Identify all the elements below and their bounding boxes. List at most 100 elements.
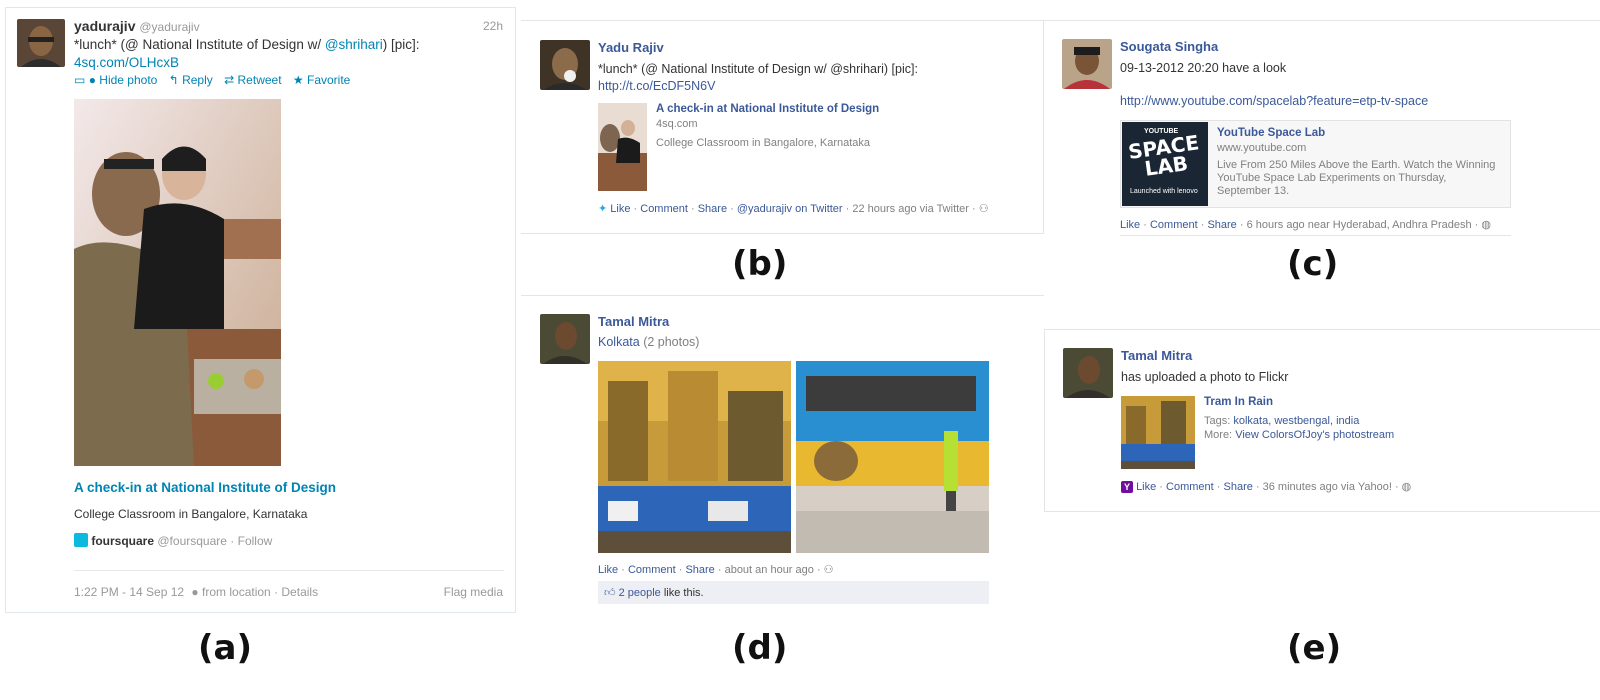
tweet-actions: ▭ ● Hide photo ↰ Reply ⇄ Retweet ★ Favor… (74, 73, 350, 87)
flag-media-link[interactable]: Flag media (444, 585, 503, 599)
photo-title[interactable]: Tram In Rain (1204, 396, 1273, 408)
thumb-bottom-text: Launched with lenovo (1130, 188, 1198, 195)
panel-c-facebook-post: Sougata Singha 09-13-2012 20:20 have a l… (1044, 20, 1600, 240)
user-handle[interactable]: @yadurajiv (139, 20, 199, 34)
tweet-datetime[interactable]: 1:22 PM - 14 Sep 12 (74, 585, 184, 599)
favorite-button[interactable]: Favorite (307, 73, 350, 87)
panel-d-facebook-post: Tamal Mitra Kolkata (2 photos) Like · Co… (521, 295, 1044, 607)
reply-button[interactable]: Reply (182, 73, 213, 87)
attachment-domain: www.youtube.com (1217, 142, 1307, 154)
post-meta[interactable]: 6 hours ago near Hyderabad, Andhra Prade… (1247, 219, 1472, 231)
avatar[interactable] (1062, 39, 1112, 89)
caption-c: (c) (1287, 244, 1339, 284)
details-link[interactable]: · Details (274, 585, 318, 599)
photo-1[interactable] (598, 361, 791, 553)
share-link[interactable]: Share (698, 203, 727, 215)
share-link[interactable]: Share (685, 564, 714, 576)
avatar[interactable] (540, 40, 590, 90)
tags-label: Tags: (1204, 415, 1231, 427)
globe-icon: ◍ (1401, 481, 1412, 493)
attachment-box: YOUTUBE SPACE LAB Launched with lenovo Y… (1120, 120, 1511, 208)
user-name[interactable]: yadurajiv (74, 18, 135, 34)
post-actions: Y Like · Comment · Share · 36 minutes ag… (1121, 480, 1411, 493)
comment-link[interactable]: Comment (1150, 219, 1198, 231)
attachment-description: College Classroom in Bangalore, Karnatak… (656, 137, 871, 149)
photostream-link[interactable]: View ColorsOfJoy's photostream (1235, 429, 1394, 441)
post-text: 09-13-2012 20:20 have a look (1120, 61, 1287, 75)
tweet-link[interactable]: 4sq.com/OLHcxB (74, 55, 179, 70)
post-actions: Like · Comment · Share · about an hour a… (598, 564, 834, 576)
user-name[interactable]: Tamal Mitra (598, 314, 669, 329)
tags-line: Tags: kolkata, westbengal, india (1204, 415, 1359, 427)
attachment-domain: 4sq.com (656, 118, 698, 130)
post-text: *lunch* (@ National Institute of Design … (598, 62, 918, 76)
caption-a: (a) (198, 628, 253, 668)
hide-photo-link[interactable]: Hide photo (99, 73, 157, 87)
like-link[interactable]: Like (610, 203, 630, 215)
avatar[interactable] (1063, 348, 1113, 398)
attachment-title[interactable]: YouTube Space Lab (1217, 127, 1325, 139)
tags-links[interactable]: kolkata, westbengal, india (1233, 415, 1359, 427)
user-name[interactable]: Sougata Singha (1120, 39, 1218, 54)
tweet-text: *lunch* (@ National Institute of Design … (74, 37, 420, 52)
checkin-description: College Classroom in Bangalore, Karnatak… (74, 507, 308, 521)
foursquare-name[interactable]: foursquare (91, 534, 154, 548)
tweet-footer: 1:22 PM - 14 Sep 12 ● from location · De… (74, 585, 318, 599)
follow-link[interactable]: · Follow (230, 534, 272, 548)
avatar[interactable] (540, 314, 590, 364)
twitter-account-link[interactable]: @yadurajiv on Twitter (737, 203, 843, 215)
more-line: More: View ColorsOfJoy's photostream (1204, 429, 1394, 441)
share-link[interactable]: Share (1224, 481, 1253, 493)
video-thumbnail[interactable]: YOUTUBE SPACE LAB Launched with lenovo (1122, 122, 1208, 206)
comment-link[interactable]: Comment (1166, 481, 1214, 493)
user-name[interactable]: Tamal Mitra (1121, 348, 1192, 363)
post-link[interactable]: http://www.youtube.com/spacelab?feature=… (1120, 94, 1428, 108)
comment-link[interactable]: Comment (640, 203, 688, 215)
panel-a-tweet: yadurajiv @yadurajiv 22h *lunch* (@ Nati… (5, 7, 516, 613)
post-actions: Like · Comment · Share · 6 hours ago nea… (1120, 219, 1492, 231)
mention-link[interactable]: @shrihari (325, 37, 383, 52)
likes-bar: 👍︎ 2 people like this. (598, 581, 989, 604)
comment-link[interactable]: Comment (628, 564, 676, 576)
checkin-title[interactable]: A check-in at National Institute of Desi… (74, 480, 336, 495)
share-link[interactable]: Share (1207, 219, 1236, 231)
tweet-photo[interactable] (74, 99, 281, 466)
avatar[interactable] (17, 19, 65, 67)
from-location-link[interactable]: from location (202, 585, 271, 599)
caption-d: (d) (732, 628, 788, 668)
thumb-main-text: SPACE LAB (1126, 130, 1201, 181)
post-meta[interactable]: about an hour ago (725, 564, 814, 576)
post-meta[interactable]: 36 minutes ago via Yahoo! (1263, 481, 1392, 493)
location-pin-icon: ● (191, 585, 199, 599)
user-name[interactable]: Yadu Rajiv (598, 40, 664, 55)
panel-e-facebook-post: Tamal Mitra has uploaded a photo to Flic… (1044, 329, 1600, 512)
attachment-title[interactable]: A check-in at National Institute of Desi… (656, 103, 879, 115)
post-meta[interactable]: 22 hours ago via Twitter (852, 203, 969, 215)
caption-b: (b) (732, 244, 788, 284)
tweet-text-prefix: *lunch* (@ National Institute of Design … (74, 37, 325, 52)
twitter-bird-icon: ✦ (598, 203, 608, 215)
friends-icon: ⚇ (823, 564, 834, 576)
flickr-thumbnail[interactable] (1121, 396, 1195, 469)
more-label: More: (1204, 429, 1233, 441)
yahoo-icon: Y (1121, 481, 1133, 493)
album-link[interactable]: Kolkata (598, 335, 640, 349)
thumbs-up-icon: 👍︎ (604, 587, 616, 599)
foursquare-handle[interactable]: @foursquare (157, 534, 227, 548)
like-link[interactable]: Like (598, 564, 618, 576)
attachment-thumbnail[interactable] (598, 103, 647, 191)
like-link[interactable]: Like (1120, 219, 1140, 231)
globe-icon: ◍ (1481, 219, 1492, 231)
friends-icon: ⚇ (978, 203, 989, 215)
retweet-button[interactable]: Retweet (238, 73, 282, 87)
foursquare-attribution: foursquare @foursquare · Follow (74, 533, 272, 548)
like-link[interactable]: Like (1136, 481, 1156, 493)
tweet-time[interactable]: 22h (483, 19, 503, 33)
album-count: (2 photos) (643, 335, 700, 349)
photo-2[interactable] (796, 361, 989, 553)
divider (1120, 235, 1511, 236)
likes-count-link[interactable]: 2 people (619, 587, 661, 599)
attachment-description: Live From 250 Miles Above the Earth. Wat… (1217, 159, 1496, 197)
post-link[interactable]: http://t.co/EcDF5N6V (598, 79, 715, 93)
caption-e: (e) (1287, 628, 1342, 668)
